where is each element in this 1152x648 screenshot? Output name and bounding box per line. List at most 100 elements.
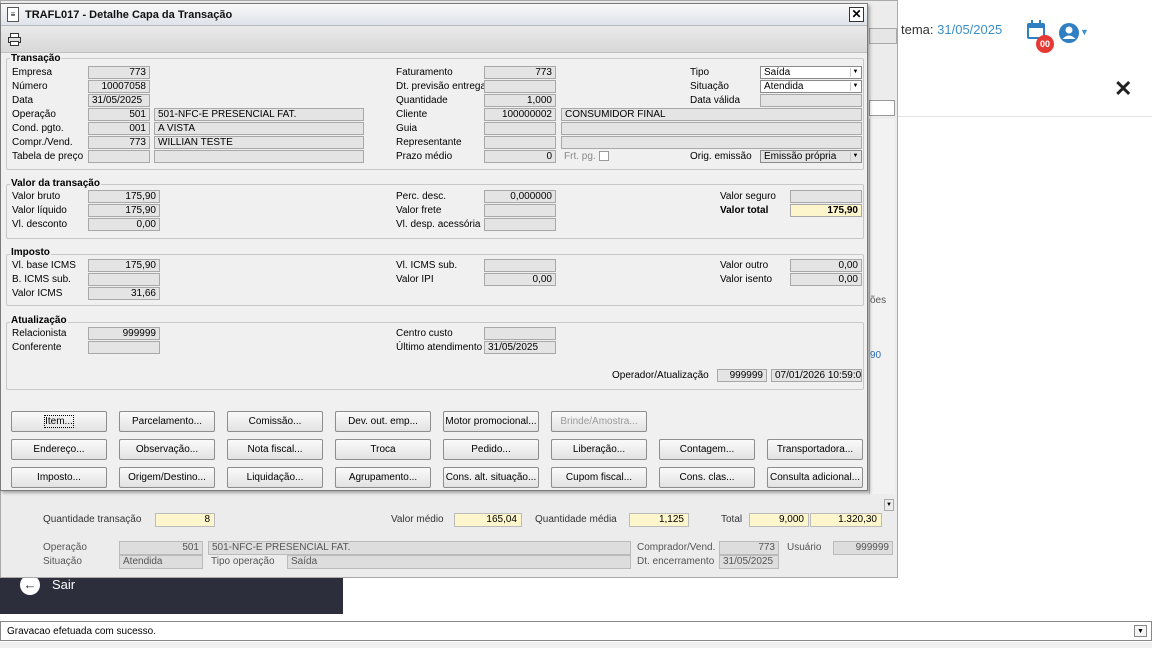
frt-pg-label: Frt. pg. — [564, 151, 596, 162]
vl-icms-sub-field — [484, 259, 556, 272]
perc-desc-field: 0,000000 — [484, 190, 556, 203]
tabela-preco-code-field[interactable] — [88, 150, 150, 163]
guia-desc-field — [561, 122, 862, 135]
valor-frete-label: Valor frete — [396, 205, 442, 216]
cond-pgto-code-field[interactable]: 001 — [88, 122, 150, 135]
cons-clas-button[interactable]: Cons. clas... — [659, 467, 755, 488]
total-qtd-value: 9,000 — [749, 513, 809, 527]
observacao-button[interactable]: Observação... — [119, 439, 215, 460]
behind-input[interactable] — [869, 100, 895, 116]
user-avatar-icon[interactable] — [1058, 22, 1080, 44]
behind-operacao-desc: 501-NFC-E PRESENCIAL FAT. — [208, 541, 631, 555]
scroll-down-icon[interactable]: ▼ — [884, 499, 894, 511]
centro-custo-label: Centro custo — [396, 328, 453, 339]
ultimo-atendimento-field: 31/05/2025 — [484, 341, 556, 354]
cupom-fiscal-button[interactable]: Cupom fiscal... — [551, 467, 647, 488]
guia-code-field[interactable] — [484, 122, 556, 135]
situacao-select[interactable]: Atendida ▼ — [760, 80, 862, 93]
comissao-button[interactable]: Comissão... — [227, 411, 323, 432]
representante-desc-field — [561, 136, 862, 149]
status-dropdown-icon[interactable]: ▼ — [1134, 625, 1147, 637]
behind-encerramento-value: 31/05/2025 — [719, 555, 779, 569]
endereco-button[interactable]: Endereço... — [11, 439, 107, 460]
vl-base-icms-field: 175,90 — [88, 259, 160, 272]
numero-field[interactable]: 10007058 — [88, 80, 150, 93]
situacao-value: Atendida — [764, 81, 804, 92]
agrupamento-button[interactable]: Agrupamento... — [335, 467, 431, 488]
empresa-field[interactable]: 773 — [88, 66, 150, 79]
vl-desconto-label: Vl. desconto — [12, 219, 68, 230]
behind-fragment-label: ões — [870, 295, 887, 306]
guia-label: Guia — [396, 123, 418, 134]
faturamento-field[interactable]: 773 — [484, 66, 556, 79]
orig-emissao-value: Emissão própria — [764, 151, 837, 162]
motor-promocional-button[interactable]: Motor promocional... — [443, 411, 539, 432]
qtd-transacao-value: 8 — [155, 513, 215, 527]
data-valida-label: Data válida — [690, 95, 741, 106]
dev-out-emp-button[interactable]: Dev. out. emp... — [335, 411, 431, 432]
system-date: tema: 31/05/2025 — [901, 22, 1003, 37]
item-button[interactable]: Item... — [11, 411, 107, 432]
tabela-preco-label: Tabela de preço — [12, 151, 84, 162]
orig-emissao-select[interactable]: Emissão própria ▼ — [760, 150, 862, 163]
printer-icon[interactable] — [7, 32, 22, 47]
valor-liquido-label: Valor líquido — [12, 205, 67, 216]
compr-vend-code-field[interactable]: 773 — [88, 136, 150, 149]
ultimo-atendimento-label: Último atendimento — [396, 342, 483, 353]
data-valida-field[interactable] — [760, 94, 862, 107]
troca-button[interactable]: Troca — [335, 439, 431, 460]
consulta-adicional-button[interactable]: Consulta adicional... — [767, 467, 863, 488]
behind-search-field[interactable] — [869, 28, 897, 44]
valor-medio-label: Valor médio — [391, 514, 444, 525]
origem-destino-button[interactable]: Origem/Destino... — [119, 467, 215, 488]
user-menu-caret-icon[interactable]: ▼ — [1080, 27, 1089, 37]
exit-label[interactable]: Sair — [52, 577, 75, 592]
contagem-button[interactable]: Contagem... — [659, 439, 755, 460]
valor-frete-field — [484, 204, 556, 217]
valor-ipi-field: 0,00 — [484, 273, 556, 286]
frt-pg-checkbox[interactable] — [599, 151, 609, 161]
title-bar[interactable]: ≡ TRAFL017 - Detalhe Capa da Transação ✕ — [1, 4, 867, 26]
representante-code-field[interactable] — [484, 136, 556, 149]
representante-label: Representante — [396, 137, 462, 148]
behind-comprador-value: 773 — [719, 541, 779, 555]
brinde-amostra-button[interactable]: Brinde/Amostra... — [551, 411, 647, 432]
parcelamento-button[interactable]: Parcelamento... — [119, 411, 215, 432]
prazo-medio-field: 0 — [484, 150, 556, 163]
close-button[interactable]: ✕ — [849, 7, 864, 22]
desp-acessoria-label: Vl. desp. acessória — [396, 219, 481, 230]
transportadora-button[interactable]: Transportadora... — [767, 439, 863, 460]
status-bar: Gravacao efetuada com sucesso. ▼ — [0, 621, 1152, 641]
bottom-strip — [0, 642, 1152, 648]
page-close-icon[interactable]: ✕ — [1114, 76, 1132, 102]
liquidacao-button[interactable]: Liquidação... — [227, 467, 323, 488]
tipo-select[interactable]: Saída ▼ — [760, 66, 862, 79]
cond-pgto-desc-field: A VISTA — [154, 122, 364, 135]
pedido-button[interactable]: Pedido... — [443, 439, 539, 460]
imposto-button[interactable]: Imposto... — [11, 467, 107, 488]
operacao-label: Operação — [12, 109, 56, 120]
calendar-badge: 00 — [1036, 35, 1054, 53]
cons-alt-situacao-button[interactable]: Cons. alt. situação... — [443, 467, 539, 488]
valor-outro-field: 0,00 — [790, 259, 862, 272]
valor-isento-label: Valor isento — [720, 274, 773, 285]
b-icms-sub-label: B. ICMS sub. — [12, 274, 71, 285]
liberacao-button[interactable]: Liberação... — [551, 439, 647, 460]
data-field[interactable]: 31/05/2025 — [88, 94, 150, 107]
vl-icms-sub-label: Vl. ICMS sub. — [396, 260, 458, 271]
qtd-media-label: Quantidade média — [535, 514, 617, 525]
vl-base-icms-label: Vl. base ICMS — [12, 260, 76, 271]
vl-desconto-field: 0,00 — [88, 218, 160, 231]
nota-fiscal-button[interactable]: Nota fiscal... — [227, 439, 323, 460]
behind-fragment-value: 90 — [870, 350, 882, 361]
tipo-label: Tipo — [690, 67, 710, 78]
exit-icon[interactable]: ← — [20, 575, 40, 595]
data-label: Data — [12, 95, 34, 106]
empresa-label: Empresa — [12, 67, 53, 78]
dt-previsao-field[interactable] — [484, 80, 556, 93]
operacao-code-field[interactable]: 501 — [88, 108, 150, 121]
cliente-code-field[interactable]: 100000002 — [484, 108, 556, 121]
chevron-down-icon: ▼ — [850, 68, 860, 77]
behind-situacao-value: Atendida — [119, 555, 203, 569]
prazo-medio-label: Prazo médio — [396, 151, 453, 162]
